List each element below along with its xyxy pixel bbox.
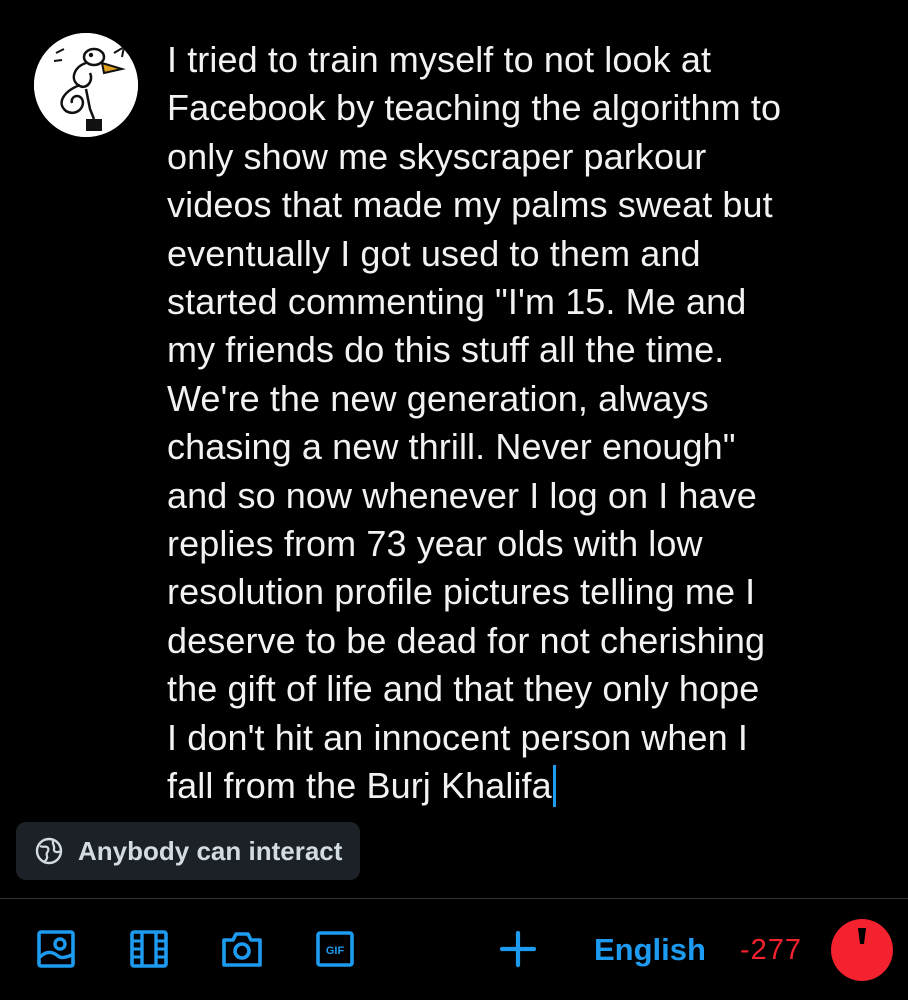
divider [0,898,908,899]
compose-line: I don't hit an innocent person when I [167,716,748,758]
over-limit-indicator-icon [831,919,893,981]
compose-line: videos that made my palms sweat but [167,184,773,226]
compose-line: We're the new generation, always [167,377,709,419]
compose-line: resolution profile pictures telling me I [167,571,756,613]
compose-line: only show me skyscraper parkour [167,135,707,177]
gif-icon: GIF [316,931,354,967]
compose-line: the gift of life and that they only hope [167,668,760,710]
camera-button[interactable] [220,929,262,969]
compose-textarea[interactable]: I tried to train myself to not look at F… [167,36,897,811]
compose-line: I tried to train myself to not look at [167,39,712,80]
compose-line: deserve to be dead for not cherishing [167,619,766,661]
compose-line: chasing a new thrill. Never enough" [167,426,736,468]
compose-line: and so now whenever I log on I have [167,474,757,516]
image-icon [37,930,75,968]
add-post-button[interactable] [498,929,538,969]
film-icon [130,930,168,968]
reply-setting-label: Anybody can interact [78,835,343,866]
user-avatar-doodle-icon [34,33,138,137]
add-video-button[interactable] [129,929,169,969]
compose-line: started commenting "I'm 15. Me and [167,281,747,323]
compose-line: replies from 73 year olds with low [167,523,703,565]
reply-setting-button[interactable]: Anybody can interact [16,822,361,880]
add-image-button[interactable] [36,929,76,969]
gif-button[interactable]: GIF [315,929,355,969]
compose-line-text: fall from the Burj Khalifa [167,765,552,807]
text-caret [552,765,556,808]
character-count: -277 [740,934,803,966]
globe-icon [35,837,63,865]
avatar[interactable] [34,33,138,137]
plus-icon [499,930,537,968]
compose-line: eventually I got used to them and [167,232,701,274]
camera-icon [222,932,262,967]
language-selector[interactable]: English [594,928,706,972]
compose-line-last: fall from the Burj Khalifa [167,762,897,810]
character-limit-ring [830,918,894,982]
svg-text:GIF: GIF [326,945,345,957]
compose-line: my friends do this stuff all the time. [167,329,725,371]
compose-line: Facebook by teaching the algorithm to [167,87,782,129]
